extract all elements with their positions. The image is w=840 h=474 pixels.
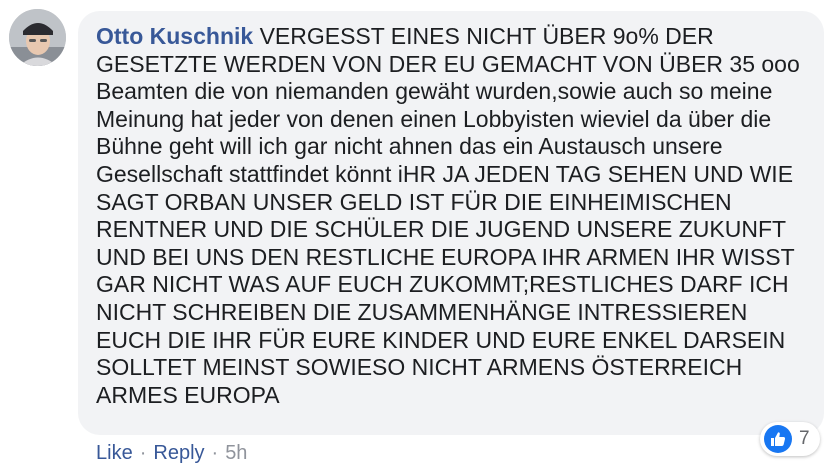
reply-link[interactable]: Reply (153, 442, 204, 464)
reaction-summary[interactable]: 7 (760, 422, 820, 456)
avatar[interactable] (9, 9, 66, 66)
action-separator: · (211, 442, 219, 464)
like-link[interactable]: Like (96, 442, 133, 464)
action-separator: · (139, 442, 147, 464)
reaction-count: 7 (799, 428, 810, 449)
comment-text: VERGESST EINES NICHT ÜBER 9o% DER GESETZ… (96, 23, 800, 408)
thumbs-up-icon (764, 425, 792, 453)
avatar-photo-icon (9, 9, 66, 66)
comment-bubble: Otto Kuschnik VERGESST EINES NICHT ÜBER … (78, 11, 824, 435)
comment-page: Otto Kuschnik VERGESST EINES NICHT ÜBER … (0, 0, 840, 474)
comment-author-link[interactable]: Otto Kuschnik (96, 23, 253, 49)
comment-body: Otto Kuschnik VERGESST EINES NICHT ÜBER … (96, 23, 808, 409)
comment-timestamp[interactable]: 5h (225, 442, 247, 464)
comment-actions: Like · Reply · 5h (96, 441, 247, 465)
